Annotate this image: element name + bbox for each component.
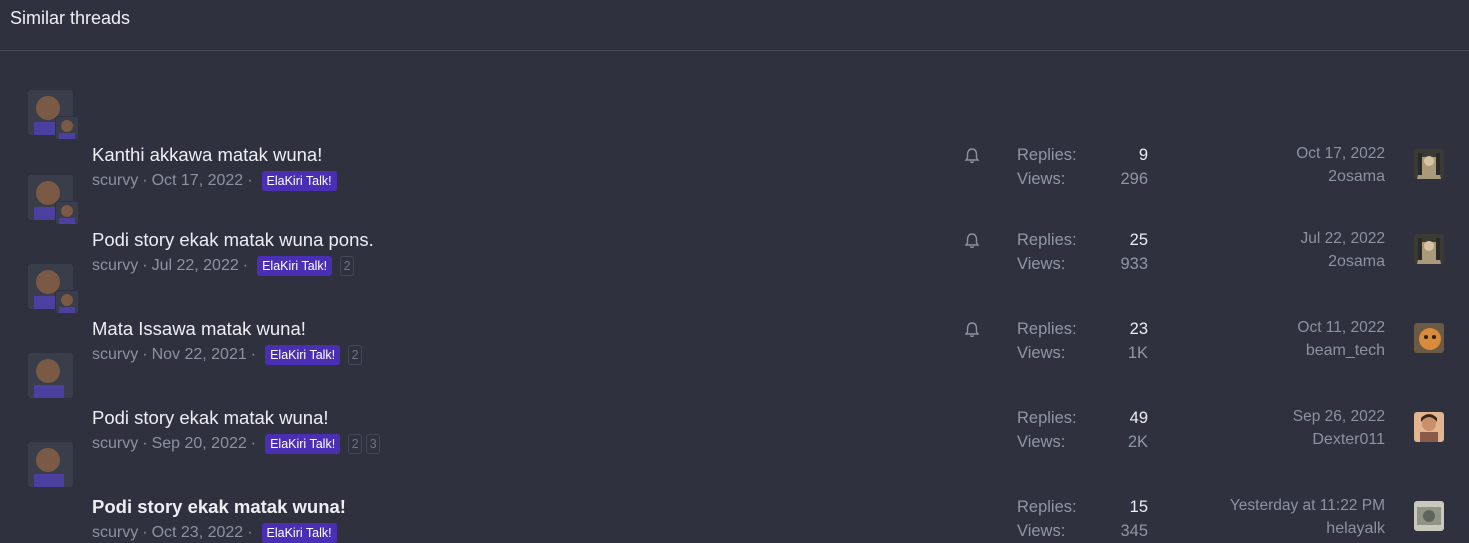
thread-start-date[interactable]: Oct 23, 2022 <box>152 524 244 542</box>
last-poster-mini-avatar[interactable] <box>55 201 79 225</box>
views-label: Views: <box>1017 522 1066 540</box>
meta-separator: · <box>247 524 253 541</box>
thread-row: Podi story ekak matak wuna pons. scurvy … <box>0 140 1469 276</box>
thread-author[interactable]: scurvy <box>92 524 138 542</box>
author-avatar[interactable] <box>28 442 73 487</box>
thread-row: Mata Issawa matak wuna! scurvy · Nov 22,… <box>0 229 1469 365</box>
thread-list: Kanthi akkawa matak wuna! scurvy · Oct 1… <box>0 51 1469 543</box>
last-poster-avatar[interactable] <box>1414 501 1444 531</box>
thread-meta: scurvy · Oct 23, 2022 · ElaKiri Talk! <box>92 523 337 543</box>
last-poster-mini-avatar[interactable] <box>55 116 79 140</box>
thread-row: Kanthi akkawa matak wuna! scurvy · Oct 1… <box>0 51 1469 191</box>
similar-threads-header: Similar threads <box>0 0 1469 51</box>
thread-row: Podi story ekak matak wuna! scurvy · Sep… <box>0 318 1469 454</box>
replies-count: 15 <box>1129 498 1148 516</box>
forum-tag[interactable]: ElaKiri Talk! <box>261 523 337 543</box>
views-count: 345 <box>1120 522 1148 540</box>
author-avatar[interactable] <box>28 353 73 398</box>
last-poster-name[interactable]: helayalk <box>1326 520 1385 538</box>
thread-title[interactable]: Podi story ekak matak wuna! <box>92 496 346 518</box>
meta-separator: · <box>142 524 148 541</box>
thread-row: Podi story ekak matak wuna! scurvy · Oct… <box>0 407 1469 543</box>
block-title: Similar threads <box>10 8 131 28</box>
replies-label: Replies: <box>1017 498 1077 516</box>
last-poster-mini-avatar[interactable] <box>55 290 79 314</box>
last-post-date[interactable]: Yesterday at 11:22 PM <box>1230 497 1385 515</box>
